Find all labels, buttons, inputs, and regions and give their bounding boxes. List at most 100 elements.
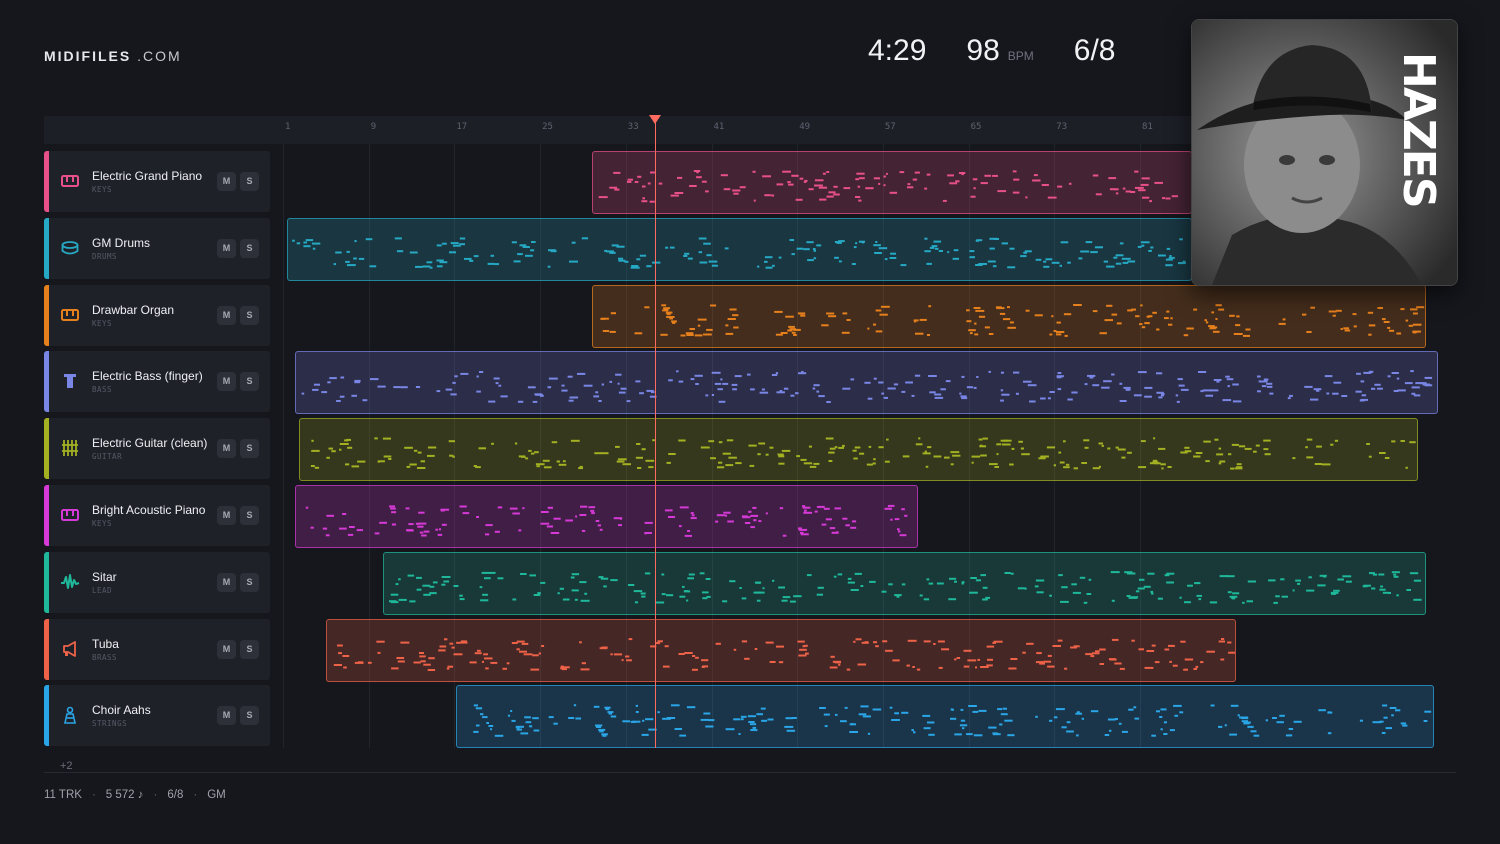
guitar-icon [60, 438, 80, 458]
ruler-tick: 49 [799, 122, 811, 132]
solo-button[interactable]: S [240, 439, 259, 459]
track-header[interactable]: Drawbar Organ KEYS M S [44, 284, 270, 346]
midi-notes [310, 437, 1416, 470]
track-header[interactable]: Electric Grand Piano KEYS M S [44, 151, 270, 212]
track-color-stripe [44, 284, 49, 346]
bar-grid-line [283, 144, 284, 748]
track-header[interactable]: Electric Guitar (clean) GUITAR M S [44, 418, 270, 480]
mute-button[interactable]: M [217, 305, 236, 325]
track-name: Drawbar Organ [92, 302, 175, 317]
track-header[interactable]: GM Drums DRUMS M S [44, 217, 270, 279]
solo-button[interactable]: S [240, 372, 259, 392]
track-color-stripe [44, 351, 49, 413]
mute-button[interactable]: M [217, 172, 236, 191]
midi-notes [389, 570, 1422, 604]
ruler-tick: 9 [370, 122, 377, 132]
track-name: Electric Guitar (clean) [92, 436, 208, 451]
track-color-stripe [44, 418, 49, 480]
midi-notes [301, 370, 1433, 404]
mute-button[interactable]: M [217, 506, 236, 525]
piano-keys-icon [60, 171, 80, 191]
track-header[interactable]: Electric Bass (finger) BASS M S [44, 351, 270, 413]
midi-notes [473, 704, 1432, 738]
track-header[interactable]: Sitar LEAD M S [44, 551, 270, 613]
track-color-stripe [44, 217, 49, 279]
horn-icon [60, 639, 80, 659]
track-category: KEYS [92, 519, 113, 528]
ruler-tick: 1 [285, 122, 291, 132]
midi-clip[interactable] [287, 217, 1192, 281]
track-name: Bright Acoustic Piano [92, 503, 206, 517]
track-category: BASS [92, 385, 113, 395]
midi-clip[interactable] [295, 485, 918, 548]
drum-icon [60, 238, 80, 258]
track-name: Tuba [92, 636, 119, 651]
solo-button[interactable]: S [240, 572, 259, 592]
piano-keys-icon [60, 305, 80, 325]
footer-standard: GM [207, 789, 226, 801]
track-category: DRUMS [92, 251, 118, 261]
midi-notes [333, 637, 1235, 671]
solo-button[interactable]: S [240, 305, 259, 325]
footer-separator: · [91, 789, 96, 801]
ruler-tick: 33 [627, 122, 639, 132]
mute-button[interactable]: M [217, 372, 236, 392]
footer-separator: · [193, 789, 198, 801]
track-color-stripe [44, 618, 49, 680]
track-header[interactable]: Tuba BRASS M S [44, 618, 270, 680]
footer-note-count: 5 572 ♪ [105, 789, 144, 801]
duration-value: 4:29 [868, 34, 927, 67]
track-color-stripe [44, 485, 49, 546]
track-header[interactable]: Bright Acoustic Piano KEYS M S [44, 485, 270, 546]
track-category: KEYS [92, 318, 113, 328]
duration-display: 4:29 [868, 34, 926, 68]
midi-clip[interactable] [383, 551, 1426, 615]
track-name: Electric Grand Piano [92, 169, 203, 183]
ruler-tick: 73 [1056, 122, 1068, 132]
footer-separator: · [153, 789, 158, 801]
solo-button[interactable]: S [240, 639, 259, 659]
piano-keys-icon [60, 505, 80, 525]
track-name: Electric Bass (finger) [92, 369, 203, 384]
ruler-tick: 25 [542, 122, 553, 132]
playhead[interactable] [655, 116, 656, 748]
midi-clip[interactable] [326, 618, 1236, 682]
mute-button[interactable]: M [217, 439, 236, 459]
track-category: KEYS [92, 185, 113, 194]
solo-button[interactable]: S [240, 238, 259, 258]
track-category: BRASS [92, 652, 118, 662]
midi-notes [598, 170, 1178, 203]
track-header[interactable]: Choir Aahs STRINGS M S [44, 685, 270, 747]
midi-clip[interactable] [299, 418, 1418, 482]
track-name: GM Drums [92, 235, 150, 250]
footer-track-count: 11 TRK [44, 789, 82, 801]
ruler-tick: 17 [456, 122, 468, 132]
track-category: LEAD [92, 585, 113, 595]
mute-button[interactable]: M [217, 706, 236, 726]
mute-button[interactable]: M [217, 572, 236, 592]
ruler-tick: 81 [1142, 122, 1153, 132]
cover-artist-text: HAZES [1393, 52, 1444, 207]
album-cover: HAZES [1191, 19, 1458, 286]
midi-clip[interactable] [592, 284, 1426, 348]
solo-button[interactable]: S [240, 506, 259, 525]
song-stats: 4:29 98 BPM 6/8 [868, 34, 1116, 68]
time-signature-display: 6/8 [1074, 34, 1116, 68]
bass-icon [60, 371, 80, 391]
midi-clip[interactable] [592, 151, 1192, 214]
mute-button[interactable]: M [217, 238, 236, 258]
solo-button[interactable]: S [240, 172, 259, 191]
track-color-stripe [44, 151, 49, 212]
solo-button[interactable]: S [240, 706, 259, 726]
choir-icon [60, 705, 80, 725]
time-signature-value: 6/8 [1073, 34, 1116, 67]
more-tracks-indicator[interactable]: +2 [60, 760, 73, 772]
ruler-tick: 65 [970, 122, 982, 132]
midi-clip[interactable] [295, 351, 1438, 415]
footer-summary: 11 TRK · 5 572 ♪ · 6/8 · GM [44, 789, 226, 801]
track-name: Sitar [92, 569, 117, 584]
midi-clip[interactable] [456, 685, 1434, 749]
mute-button[interactable]: M [217, 639, 236, 659]
midi-notes [600, 303, 1425, 337]
tempo-value: 98 [966, 34, 1000, 67]
